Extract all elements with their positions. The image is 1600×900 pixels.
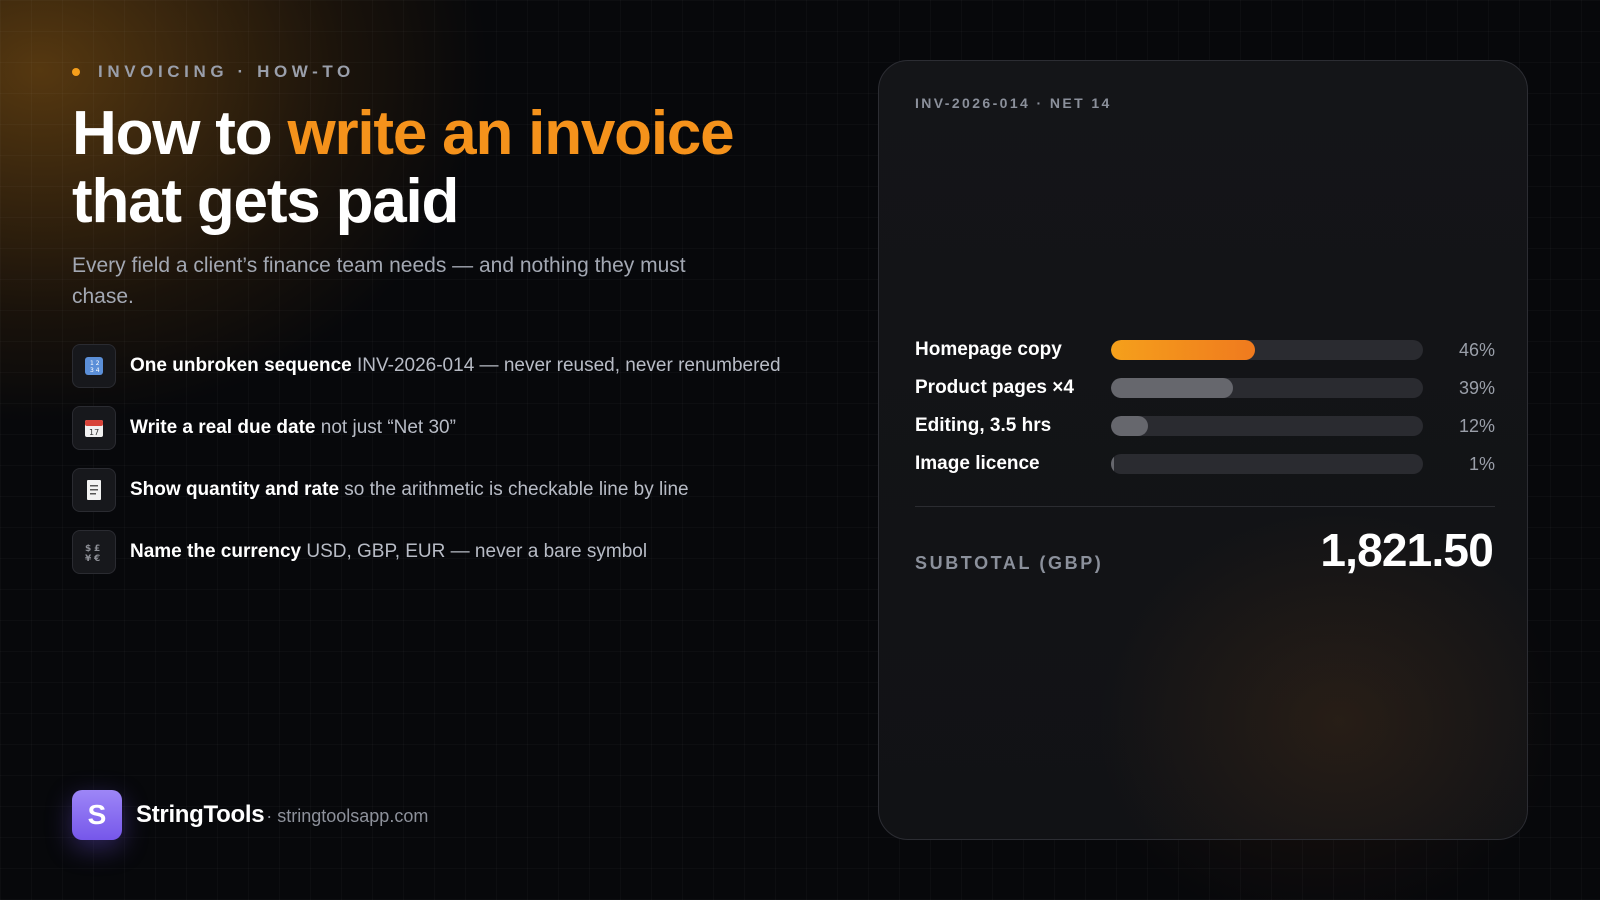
brand-logo: S — [72, 790, 122, 840]
share-bar — [1111, 454, 1423, 474]
eyebrow-dot — [72, 68, 80, 76]
brand-url[interactable]: · stringtoolsapp.com — [266, 806, 428, 827]
brand-name: StringTools — [136, 801, 265, 828]
divider — [915, 506, 1495, 507]
subtitle: Every field a client’s finance team need… — [72, 254, 686, 308]
receipt-icon — [72, 468, 116, 512]
share-bar-fill — [1111, 454, 1115, 474]
tip-text: Show quantity and rate so the arithmetic… — [130, 479, 689, 501]
subtotal-value: 1,821.50 — [1320, 524, 1493, 576]
svg-text:17: 17 — [89, 428, 99, 437]
tip-bold: Show quantity and rate — [130, 479, 340, 500]
brand[interactable]: S StringTools · stringtoolsapp.com — [72, 790, 428, 840]
share-bar-fill — [1111, 416, 1149, 436]
tip-bold: One unbroken sequence — [130, 355, 352, 376]
svg-text:€: € — [93, 554, 100, 563]
eyebrow-text: INVOICING · HOW-TO — [98, 62, 355, 81]
line-items: Homepage copy 46% Product pages ×4 39% E… — [915, 331, 1495, 483]
share-bar-fill — [1111, 340, 1255, 360]
svg-text:3 4: 3 4 — [90, 367, 100, 374]
line-item-label: Image licence — [915, 453, 1040, 474]
line-item-percent: 39% — [1458, 377, 1495, 398]
tip-rest: USD, GBP, EUR — never a bare symbol — [301, 541, 648, 562]
title-line2: that gets paid — [72, 167, 459, 236]
invoice-card: INV-2026-014 · NET 14 Homepage copy 46% … — [878, 60, 1528, 840]
tip-text: One unbroken sequence INV-2026-014 — nev… — [130, 355, 781, 377]
page-title: How to write an invoice that gets paid — [72, 99, 735, 236]
line-item-row: Editing, 3.5 hrs 12% — [915, 407, 1495, 445]
line-item-percent: 46% — [1458, 339, 1495, 360]
list-item: 1 23 4 One unbroken sequence INV-2026-01… — [72, 344, 781, 388]
share-bar-fill — [1111, 378, 1233, 398]
line-item-row: Product pages ×4 39% — [915, 369, 1495, 407]
tip-rest: so the arithmetic is checkable line by l… — [339, 479, 689, 500]
tip-rest: INV-2026-014 — never reused, never renum… — [351, 355, 781, 376]
line-item-label: Editing, 3.5 hrs — [915, 415, 1052, 436]
line-item-percent: 1% — [1468, 453, 1495, 474]
title-accent: write an invoice — [287, 99, 734, 168]
tip-text: Name the currency USD, GBP, EUR — never … — [130, 541, 647, 563]
calendar-icon: 17 — [72, 406, 116, 450]
tips-list: 1 23 4 One unbroken sequence INV-2026-01… — [72, 344, 781, 592]
list-item: $ £ ¥ € Name the currency USD, GBP, EUR — n… — [72, 530, 781, 574]
list-item: Show quantity and rate so the arithmetic… — [72, 468, 781, 512]
share-bar — [1111, 378, 1423, 398]
line-item-row: Homepage copy 46% — [915, 331, 1495, 369]
line-item-percent: 12% — [1458, 415, 1495, 436]
invoice-number: INV-2026-014 · NET 14 — [915, 95, 1112, 111]
tip-bold: Write a real due date — [130, 417, 316, 438]
currency-exchange-icon: $ £ ¥ € — [72, 530, 116, 574]
title-plain: How to — [72, 99, 288, 168]
list-item: 17 Write a real due date not just “Net 3… — [72, 406, 781, 450]
tip-rest: not just “Net 30” — [315, 417, 456, 438]
svg-text:¥: ¥ — [85, 554, 92, 563]
share-bar — [1111, 416, 1423, 436]
tip-text: Write a real due date not just “Net 30” — [130, 417, 456, 439]
line-item-row: Image licence 1% — [915, 445, 1495, 483]
numbers-icon: 1 23 4 — [72, 344, 116, 388]
line-item-label: Homepage copy — [915, 339, 1062, 360]
svg-text:£: £ — [94, 544, 100, 554]
svg-text:$: $ — [85, 544, 91, 554]
eyebrow: INVOICING · HOW-TO — [72, 62, 355, 82]
svg-text:1 2: 1 2 — [90, 360, 100, 367]
share-bar — [1111, 340, 1423, 360]
subtotal-label: SUBTOTAL (GBP) — [915, 553, 1104, 573]
tip-bold: Name the currency — [130, 541, 302, 562]
line-item-label: Product pages ×4 — [915, 377, 1074, 398]
